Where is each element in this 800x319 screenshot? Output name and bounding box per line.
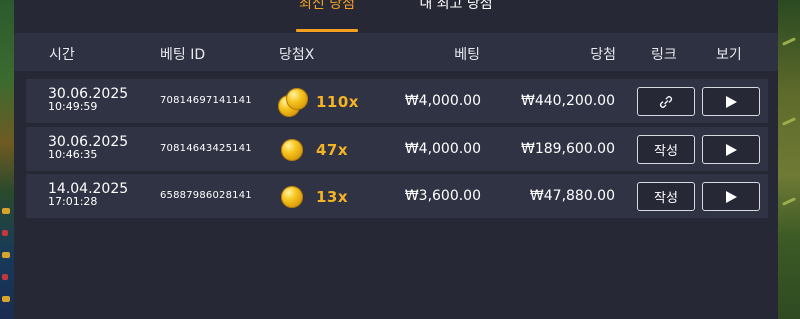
tab-bar: 최신 당첨 내 최고 당첨 [14, 0, 778, 33]
share-link-button[interactable] [637, 87, 695, 116]
coin-icon [276, 134, 310, 166]
row-multiplier: 13x [316, 188, 349, 206]
background-decoration [2, 230, 8, 236]
column-header-link: 링크 [651, 47, 677, 63]
background-decoration [2, 296, 10, 302]
view-replay-button[interactable] [702, 182, 760, 211]
background-decoration [2, 274, 8, 280]
play-icon [725, 190, 737, 203]
row-date: 30.06.2025 [48, 86, 129, 102]
background-decoration [2, 208, 10, 214]
coin-icon [276, 181, 310, 213]
column-header-win: 당첨 [590, 47, 616, 63]
win-history-panel: 최신 당첨 내 최고 당첨 시간 베팅 ID 당첨X 베팅 당첨 링크 보기 3… [14, 0, 778, 319]
row-bet-id: 65887986028141 [160, 190, 252, 201]
play-icon [725, 143, 737, 156]
column-header-time: 시간 [49, 47, 75, 63]
background-decoration [782, 37, 796, 46]
row-time: 10:49:59 [48, 100, 98, 113]
row-win: ₩440,200.00 [520, 93, 615, 109]
game-background-left [0, 0, 14, 319]
column-header-view: 보기 [716, 47, 742, 63]
row-bet-id: 70814697141141 [160, 95, 252, 106]
create-link-button[interactable]: 작성 [637, 135, 695, 164]
row-date: 14.04.2025 [48, 181, 129, 197]
coin-stack-icon [276, 86, 310, 118]
link-icon [659, 95, 673, 108]
play-icon [725, 95, 737, 108]
tab-my-best-wins[interactable]: 내 최고 당첨 [414, 0, 498, 33]
background-decoration [782, 117, 796, 126]
row-multiplier: 47x [316, 141, 349, 159]
row-time: 17:01:28 [48, 195, 98, 208]
view-replay-button[interactable] [702, 87, 760, 116]
row-bet: ₩3,600.00 [404, 188, 481, 204]
table-row: 30.06.2025 10:46:35 70814643425141 47x ₩… [26, 127, 768, 171]
background-decoration [782, 197, 796, 206]
row-win: ₩189,600.00 [520, 141, 615, 157]
game-background-right [778, 0, 800, 319]
column-header-bet: 베팅 [454, 47, 480, 63]
create-link-button[interactable]: 작성 [637, 182, 695, 211]
row-multiplier: 110x [316, 93, 359, 111]
table-row: 14.04.2025 17:01:28 65887986028141 13x ₩… [26, 174, 768, 218]
row-win: ₩47,880.00 [529, 188, 615, 204]
row-date: 30.06.2025 [48, 134, 129, 150]
view-replay-button[interactable] [702, 135, 760, 164]
background-decoration [2, 252, 10, 258]
row-bet: ₩4,000.00 [404, 141, 481, 157]
row-bet-id: 70814643425141 [160, 143, 252, 154]
column-header-win-x: 당첨X [279, 47, 315, 63]
column-header-bet-id: 베팅 ID [160, 47, 206, 63]
tab-latest-wins[interactable]: 최신 당첨 [296, 0, 358, 33]
table-header: 시간 베팅 ID 당첨X 베팅 당첨 링크 보기 [14, 33, 778, 71]
row-time: 10:46:35 [48, 148, 98, 161]
row-bet: ₩4,000.00 [404, 93, 481, 109]
table-row: 30.06.2025 10:49:59 70814697141141 110x … [26, 79, 768, 123]
